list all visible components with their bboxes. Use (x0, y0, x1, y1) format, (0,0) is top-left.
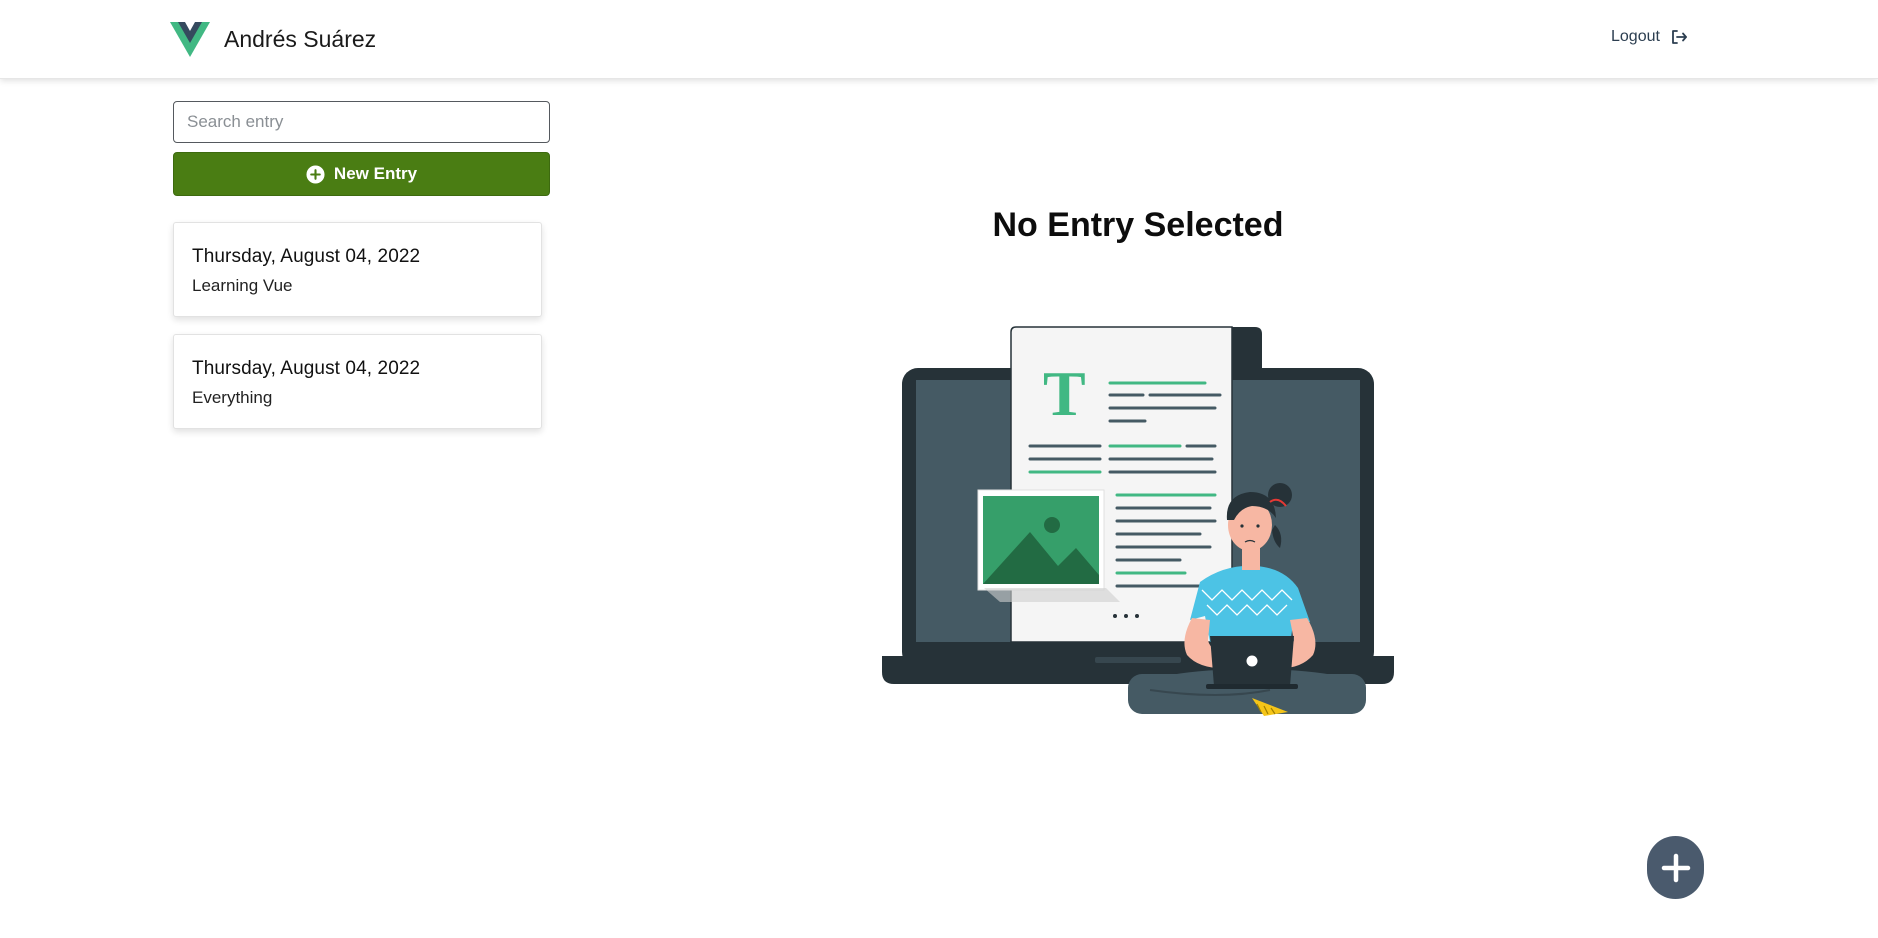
empty-state-title: No Entry Selected (992, 206, 1284, 244)
entry-date: Thursday, August 04, 2022 (192, 358, 421, 379)
svg-text:T: T (1043, 358, 1086, 429)
empty-state-illustration: T (882, 326, 1394, 716)
add-entry-fab[interactable] (1647, 836, 1704, 899)
logout-label: Logout (1611, 28, 1660, 45)
plus-circle-icon (306, 164, 325, 184)
logout-button[interactable]: Logout (1611, 28, 1688, 46)
entry-title: Everything (192, 388, 273, 407)
entry-card[interactable]: Thursday, August 04, 2022 Everything (173, 334, 542, 429)
search-input[interactable] (173, 101, 550, 143)
entry-card[interactable]: Thursday, August 04, 2022 Learning Vue (173, 222, 542, 317)
vue-logo-icon (170, 22, 210, 57)
new-entry-label: New Entry (333, 164, 418, 183)
new-entry-button[interactable]: New Entry (173, 152, 550, 196)
brand[interactable]: Andrés Suárez (170, 22, 376, 57)
entry-title: Learning Vue (192, 276, 293, 295)
entry-date: Thursday, August 04, 2022 (192, 246, 421, 267)
user-name: Andrés Suárez (224, 26, 377, 52)
entry-list: Thursday, August 04, 2022 Learning Vue T… (173, 222, 542, 446)
plus-icon (1661, 853, 1690, 882)
top-navbar: Andrés Suárez Logout (0, 0, 1878, 79)
sign-out-icon (1672, 30, 1687, 44)
